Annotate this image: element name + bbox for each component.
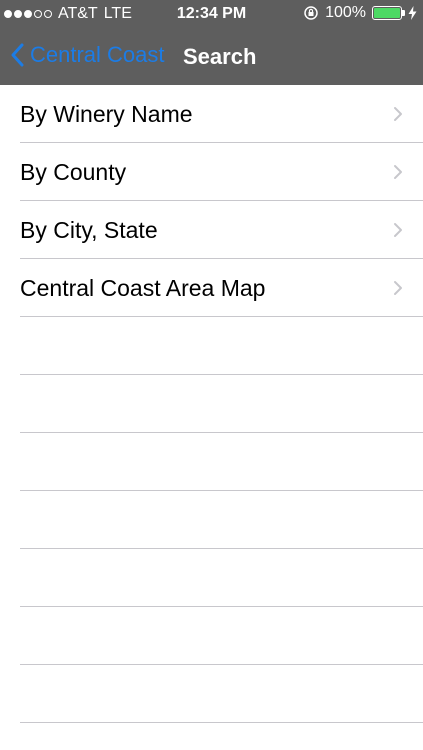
rotation-lock-icon bbox=[304, 6, 318, 20]
chevron-right-icon bbox=[394, 165, 402, 179]
chevron-right-icon bbox=[394, 107, 402, 121]
row-divider bbox=[20, 722, 423, 723]
list-item-label: By City, State bbox=[20, 217, 158, 243]
list-item-by-city-state[interactable]: By City, State bbox=[0, 201, 423, 259]
search-options-list: By Winery Name By County By City, State … bbox=[0, 85, 423, 723]
empty-row bbox=[0, 549, 423, 607]
page-title: Search bbox=[183, 44, 257, 69]
back-button-label: Central Coast bbox=[30, 42, 165, 67]
empty-row bbox=[0, 433, 423, 491]
empty-row bbox=[0, 665, 423, 723]
empty-row bbox=[0, 607, 423, 665]
empty-row bbox=[0, 375, 423, 433]
battery-icon bbox=[372, 6, 405, 20]
battery-cap bbox=[402, 10, 405, 16]
back-button[interactable]: Central Coast bbox=[10, 42, 165, 68]
list-item-by-county[interactable]: By County bbox=[0, 143, 423, 201]
list-item-by-winery-name[interactable]: By Winery Name bbox=[0, 85, 423, 143]
chevron-right-icon bbox=[394, 281, 402, 295]
empty-row bbox=[0, 317, 423, 375]
empty-row bbox=[0, 491, 423, 549]
list-item-label: By County bbox=[20, 159, 127, 185]
battery-fill bbox=[374, 8, 400, 18]
battery-percent: 100% bbox=[325, 4, 366, 21]
charging-bolt-icon bbox=[408, 6, 417, 20]
list-item-label: Central Coast Area Map bbox=[20, 275, 266, 301]
list-item-area-map[interactable]: Central Coast Area Map bbox=[0, 259, 423, 317]
navigation-bar: Central Coast Search bbox=[0, 28, 423, 85]
chevron-left-icon bbox=[11, 43, 24, 67]
list-item-label: By Winery Name bbox=[20, 101, 193, 127]
screen: AT&T LTE 12:34 PM 100% Central Coast Sea… bbox=[0, 0, 423, 750]
status-bar: AT&T LTE 12:34 PM 100% bbox=[0, 0, 423, 28]
chevron-right-icon bbox=[394, 223, 402, 237]
status-right: 100% bbox=[303, 4, 417, 22]
